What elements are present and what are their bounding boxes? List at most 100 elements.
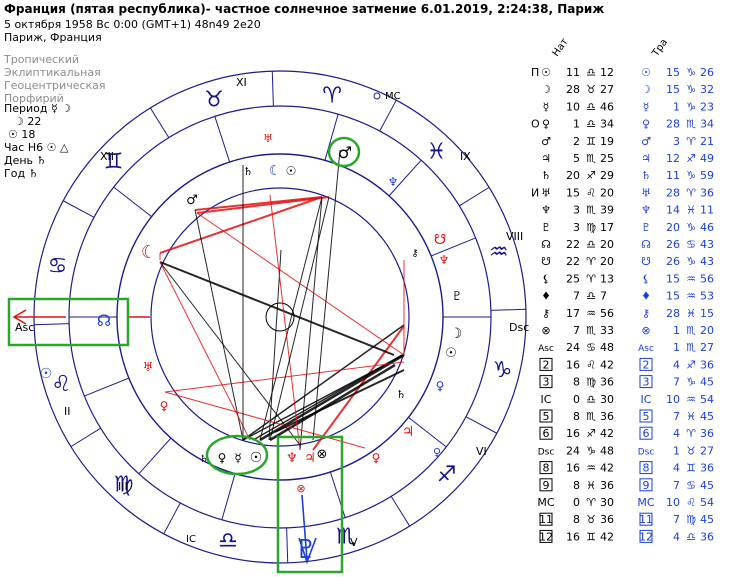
transit-degree: 1: [673, 444, 680, 457]
natal-sign: ♈: [586, 272, 596, 285]
natal-symbol: ☿: [543, 100, 550, 113]
transit-degree: 28: [666, 118, 680, 131]
natal-symbol: ⚷: [542, 307, 550, 320]
natal-degree: 7: [573, 324, 580, 337]
natal-degree: 8: [573, 479, 580, 492]
transit-minute: 15: [700, 307, 714, 320]
transit-degree: 4: [673, 462, 680, 475]
natal-symbol: ♦: [541, 290, 551, 303]
transit-symbol: ♦: [641, 290, 651, 303]
table-row: ♆ 3 ♏ 39 ♆ 14 ♓ 11: [541, 204, 714, 217]
transit-sign: ♐: [686, 358, 696, 371]
natal-minute: 46: [600, 100, 614, 113]
transit-degree: 3: [673, 135, 680, 148]
natal-symbol: ⊗: [541, 324, 550, 337]
natal-degree: 24: [566, 444, 580, 457]
natal-symbol: Asc: [538, 344, 554, 354]
transit-degree: 7: [673, 479, 680, 492]
natal-degree: 3: [573, 221, 580, 234]
transit-symbol: ☉: [641, 66, 651, 79]
table-row: ⚷ 17 ♒ 56 ⚷ 28 ♓ 15: [542, 307, 714, 320]
natal-sign: ♐: [586, 169, 596, 182]
natal-sign: ♈: [586, 255, 596, 268]
transit-degree: 28: [666, 186, 680, 199]
transit-symbol: ⊗: [641, 324, 650, 337]
natal-degree: 11: [566, 66, 580, 79]
natal-degree: 16: [566, 530, 580, 543]
transit-sign: ♑: [686, 169, 696, 182]
natal-sign: ♋: [586, 341, 596, 354]
transit-symbol: 6: [643, 427, 650, 440]
transit-symbol: ♃: [641, 152, 651, 165]
transit-sign: ♋: [686, 238, 696, 251]
table-row: 12 16 ♊ 42 12 4 ♎ 36: [539, 529, 714, 543]
transit-sign: ♉: [686, 444, 696, 457]
natal-sign: ♎: [586, 290, 596, 303]
transit-minute: 36: [700, 427, 714, 440]
natal-minute: 48: [600, 444, 614, 457]
transit-sign: ♊: [686, 462, 696, 475]
table-row: ♄ 20 ♐ 29 ♄ 11 ♑ 59: [541, 169, 714, 182]
transit-symbol: IC: [641, 393, 652, 406]
transit-symbol: 9: [643, 479, 650, 492]
transit-symbol: ♄: [641, 169, 651, 182]
transit-degree: 28: [666, 307, 680, 320]
natal-degree: 5: [573, 152, 580, 165]
transit-degree: 4: [673, 530, 680, 543]
transit-sign: ♏: [686, 118, 696, 131]
natal-symbol: ♃: [541, 152, 551, 165]
natal-minute: 17: [600, 221, 614, 234]
transit-sign: ♑: [686, 66, 696, 79]
transit-minute: 56: [700, 272, 714, 285]
transit-sign: ♓: [686, 410, 696, 423]
natal-degree: 25: [566, 272, 580, 285]
transit-degree: 1: [673, 341, 680, 354]
natal-symbol: ♄: [541, 169, 551, 182]
table-row: 2 16 ♌ 42 2 4 ♐ 36: [539, 357, 714, 371]
natal-minute: 20: [600, 238, 614, 251]
transit-degree: 1: [673, 100, 680, 113]
transit-sign: ♒: [686, 393, 696, 406]
transit-degree: 20: [666, 221, 680, 234]
table-row: Asc 24 ♋ 48 Asc 1 ♏ 27: [538, 341, 714, 354]
transit-sign: ♒: [686, 272, 696, 285]
transit-symbol: MC: [637, 496, 654, 509]
natal-sign: ♍: [586, 221, 596, 234]
natal-degree: 8: [573, 376, 580, 389]
natal-degree: 8: [573, 410, 580, 423]
natal-minute: 42: [600, 462, 614, 475]
natal-minute: 13: [600, 272, 614, 285]
transit-sign: ♑: [686, 100, 696, 113]
transit-symbol: ♂: [641, 135, 651, 148]
transit-sign: ♋: [686, 479, 696, 492]
transit-degree: 15: [666, 290, 680, 303]
natal-minute: 12: [600, 66, 614, 79]
transit-sign: ♑: [686, 221, 696, 234]
natal-degree: 7: [573, 290, 580, 303]
transit-sign: ♑: [686, 255, 696, 268]
table-row: 8 16 ♒ 42 8 4 ♊ 36: [539, 461, 714, 475]
transit-degree: 10: [666, 393, 680, 406]
transit-symbol: ♆: [641, 204, 651, 217]
transit-symbol: ⚷: [642, 307, 650, 320]
table-row: MC 0 ♈ 30 MC 10 ♌ 54: [537, 496, 714, 509]
transit-minute: 54: [700, 496, 714, 509]
transit-sign: ♑: [686, 376, 696, 389]
transit-minute: 49: [700, 152, 714, 165]
transit-symbol: ♅: [641, 186, 651, 199]
positions-table: Нат Тра П ☉ 11 ♎ 12 ☉ 15 ♑ 26☽ 28 ♉ 27 ☽ 15 ♑ 32☿ 10 ♎ 46 ☿…: [531, 36, 714, 543]
table-row: Dsc 24 ♑ 48 Dsc 1 ♉ 27: [538, 444, 714, 457]
transit-sign: ♈: [686, 427, 696, 440]
transit-sign: ♏: [686, 324, 696, 337]
transit-degree: 15: [666, 66, 680, 79]
table-row: ☽ 28 ♉ 27 ☽ 15 ♑ 32: [541, 83, 714, 96]
natal-minute: 33: [600, 324, 614, 337]
table-row: 5 8 ♏ 36 5 7 ♓ 45: [539, 409, 714, 423]
natal-degree: 17: [566, 307, 580, 320]
natal-minute: 29: [600, 169, 614, 182]
transit-sign: ♈: [686, 186, 696, 199]
natal-degree: 8: [573, 513, 580, 526]
natal-degree: 0: [573, 393, 580, 406]
transit-minute: 59: [700, 169, 714, 182]
natal-sign: ♌: [586, 186, 596, 199]
